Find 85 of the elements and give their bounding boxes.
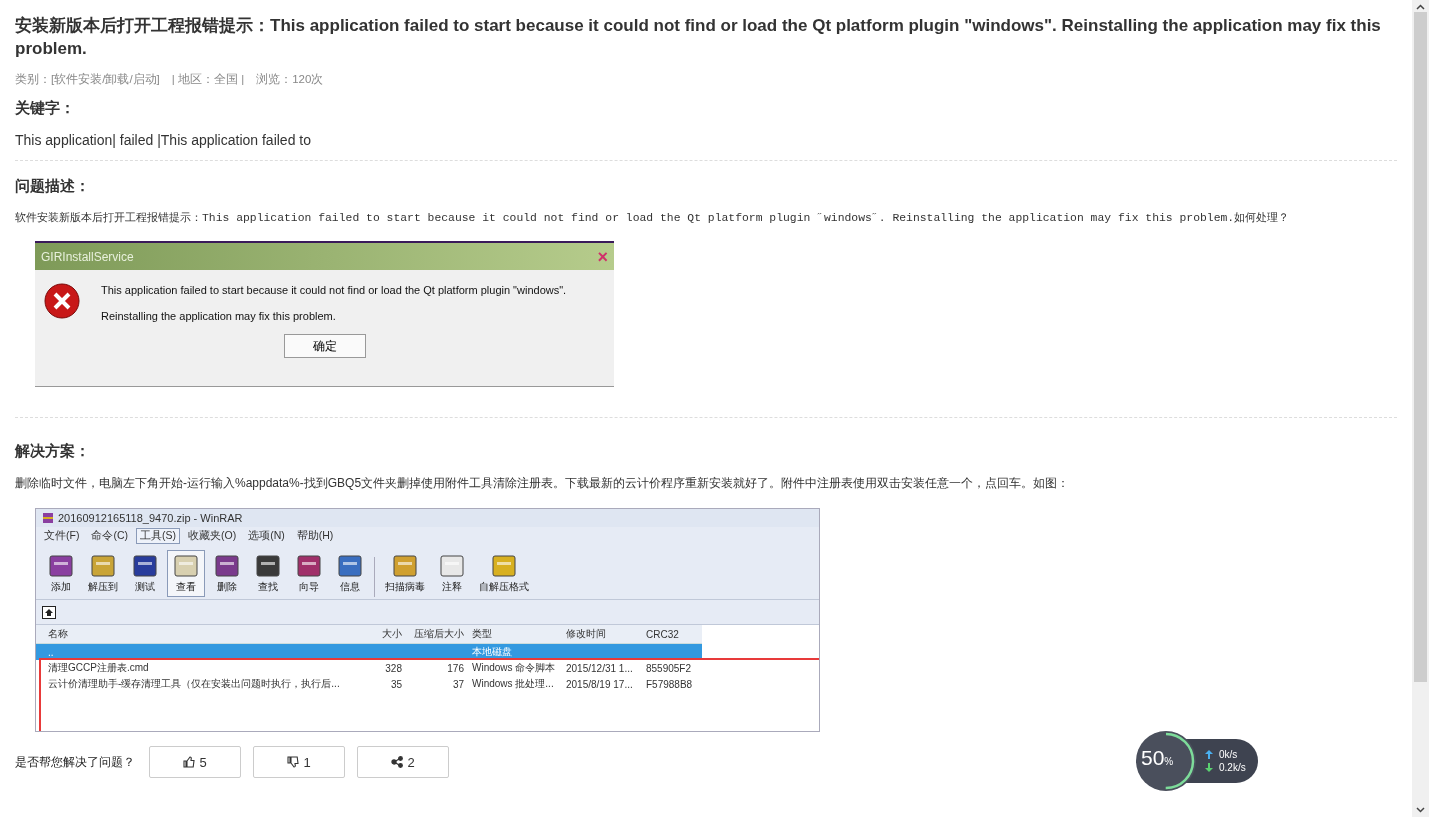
box-icon — [295, 553, 323, 579]
file-cell-text: 37 — [451, 678, 465, 690]
file-cell-text: 176 — [446, 662, 465, 674]
down-arrow-icon — [1205, 763, 1213, 772]
file-cell-text: F57988B8 — [645, 678, 694, 690]
file-cell-text: Windows 命令脚本 — [471, 661, 557, 675]
toolbar-button[interactable]: 解压到 — [83, 550, 123, 597]
up-arrow-icon — [1205, 750, 1213, 759]
box-icon — [213, 553, 241, 579]
meta-info: 浏览：120次 — [256, 72, 324, 87]
keywords-text: This application| failed |This application failed to — [15, 132, 312, 148]
toolbar-button[interactable]: 自解压格式 — [474, 550, 534, 597]
file-cell-text: 2015/12/31 1... — [565, 662, 634, 674]
section-heading: 关键字： — [15, 99, 76, 118]
toolbar-button[interactable]: 删除 — [208, 550, 246, 597]
toolbar-button[interactable]: 信息 — [331, 550, 369, 597]
scroll-up-icon[interactable] — [1416, 4, 1425, 10]
dislike-button[interactable]: 1 — [253, 746, 345, 778]
ok-button[interactable]: 确定 — [283, 334, 366, 358]
dialog-message: Reinstalling the application may fix this problem. — [101, 310, 337, 322]
toolbar-button[interactable]: 向导 — [290, 550, 328, 597]
box-icon — [89, 553, 117, 579]
file-row[interactable]: 云计价清理助手-缓存清理工具（仅在安装出问题时执行，执行后... 35 37 Windows 批处理... 2015/8/19 17... F57988B8 — [36, 676, 702, 692]
thumbs-up-icon — [183, 756, 196, 768]
column-header[interactable]: 修改时间 — [562, 627, 642, 641]
feedback-question: 是否帮您解决了问题？ — [15, 754, 135, 770]
archive-icon — [42, 512, 54, 524]
section-heading: 解决方案： — [15, 442, 91, 461]
scrollbar-thumb[interactable] — [1414, 12, 1427, 682]
like-button[interactable]: 5 — [149, 746, 241, 778]
box-icon — [490, 553, 518, 579]
column-header[interactable]: 大小 — [356, 627, 406, 641]
file-cell-text: 35 — [389, 678, 403, 690]
toolbar-button[interactable]: 查找 — [249, 550, 287, 597]
column-header[interactable]: 压缩后大小 — [406, 627, 468, 641]
file-cell-text: 855905F2 — [645, 662, 693, 674]
upload-speed: 0k/s — [1219, 749, 1238, 760]
dialog-title: GIRInstallService — [41, 249, 134, 264]
file-cell-text: .. — [47, 646, 55, 658]
menu-item[interactable]: 收藏夹(O) — [184, 528, 241, 544]
box-icon — [131, 553, 159, 579]
article-title: 安装新版本后打开工程报错提示：This application failed to start because it could not find or load the Qt platform plugin "windows". Reinstalling the application may fix this problem. — [15, 15, 1382, 60]
thumbs-down-icon — [287, 756, 300, 768]
dialog-message: This application failed to start because it could not find or load the Qt platform plugin "windows". — [101, 284, 567, 296]
column-header[interactable]: CRC32 — [642, 628, 702, 640]
file-cell-text: 本地磁盘 — [471, 645, 513, 659]
share-icon — [391, 756, 404, 768]
toolbar-button[interactable]: 添加 — [42, 550, 80, 597]
gauge-percent: 50 — [1141, 746, 1165, 770]
menu-item[interactable]: 帮助(H) — [292, 528, 338, 544]
file-row[interactable]: 清理GCCP注册表.cmd 328 176 Windows 命令脚本 2015/12/31 1... 855905F2 — [36, 660, 702, 676]
column-header[interactable]: 名称 — [36, 627, 356, 641]
file-cell-text: 云计价清理助手-缓存清理工具（仅在安装出问题时执行，执行后... — [47, 677, 341, 691]
up-folder-icon[interactable] — [42, 605, 56, 619]
column-header[interactable]: 类型 — [468, 627, 562, 641]
menu-item[interactable]: 选项(N) — [244, 528, 289, 544]
section-heading: 问题描述： — [15, 177, 91, 196]
box-icon — [336, 553, 364, 579]
share-button[interactable]: 2 — [357, 746, 449, 778]
menu-item[interactable]: 命令(C) — [87, 528, 132, 544]
box-icon — [391, 553, 419, 579]
scroll-down-icon[interactable] — [1416, 807, 1425, 813]
window-title: 20160912165118_9470.zip - WinRAR — [58, 512, 243, 524]
file-cell-text: 328 — [384, 662, 403, 674]
toolbar-button[interactable]: 扫描病毒 — [380, 550, 430, 597]
file-cell-text: Windows 批处理... — [471, 677, 555, 691]
toolbar-button[interactable]: 测试 — [126, 550, 164, 597]
menu-item[interactable]: 工具(S) — [136, 528, 180, 544]
error-icon — [43, 282, 81, 320]
download-speed: 0.2k/s — [1219, 762, 1246, 773]
meta-info: 类别：[软件安装/卸载/启动] — [15, 72, 160, 87]
file-cell-text: 2015/8/19 17... — [565, 678, 634, 690]
percent-unit: % — [1164, 756, 1174, 767]
meta-info: | 地区：全国 | — [171, 72, 245, 87]
box-icon — [438, 553, 466, 579]
box-icon — [254, 553, 282, 579]
box-icon — [172, 553, 200, 579]
solution-text: 删除临时文件，电脑左下角开始-运行输入%appdata%-找到GBQ5文件夹删掉使用附件工具清除注册表。下载最新的云计价程序重新安装就好了。附件中注册表使用双击安装任意一个，点回车。如图： — [15, 475, 1071, 492]
toolbar-button[interactable]: 注释 — [433, 550, 471, 597]
problem-text: 软件安装新版本后打开工程报错提示：This application failed to start because it could not find or load the Qt platform plugin ˝windows˝. Reinstalling the application may fix this problem.如何处理？ — [15, 211, 1291, 225]
menu-item[interactable]: 文件(F) — [40, 528, 84, 544]
file-cell-text: 清理GCCP注册表.cmd — [47, 661, 150, 675]
toolbar-button[interactable]: 查看 — [167, 550, 205, 597]
box-icon — [47, 553, 75, 579]
scrollbar[interactable] — [1412, 0, 1429, 817]
